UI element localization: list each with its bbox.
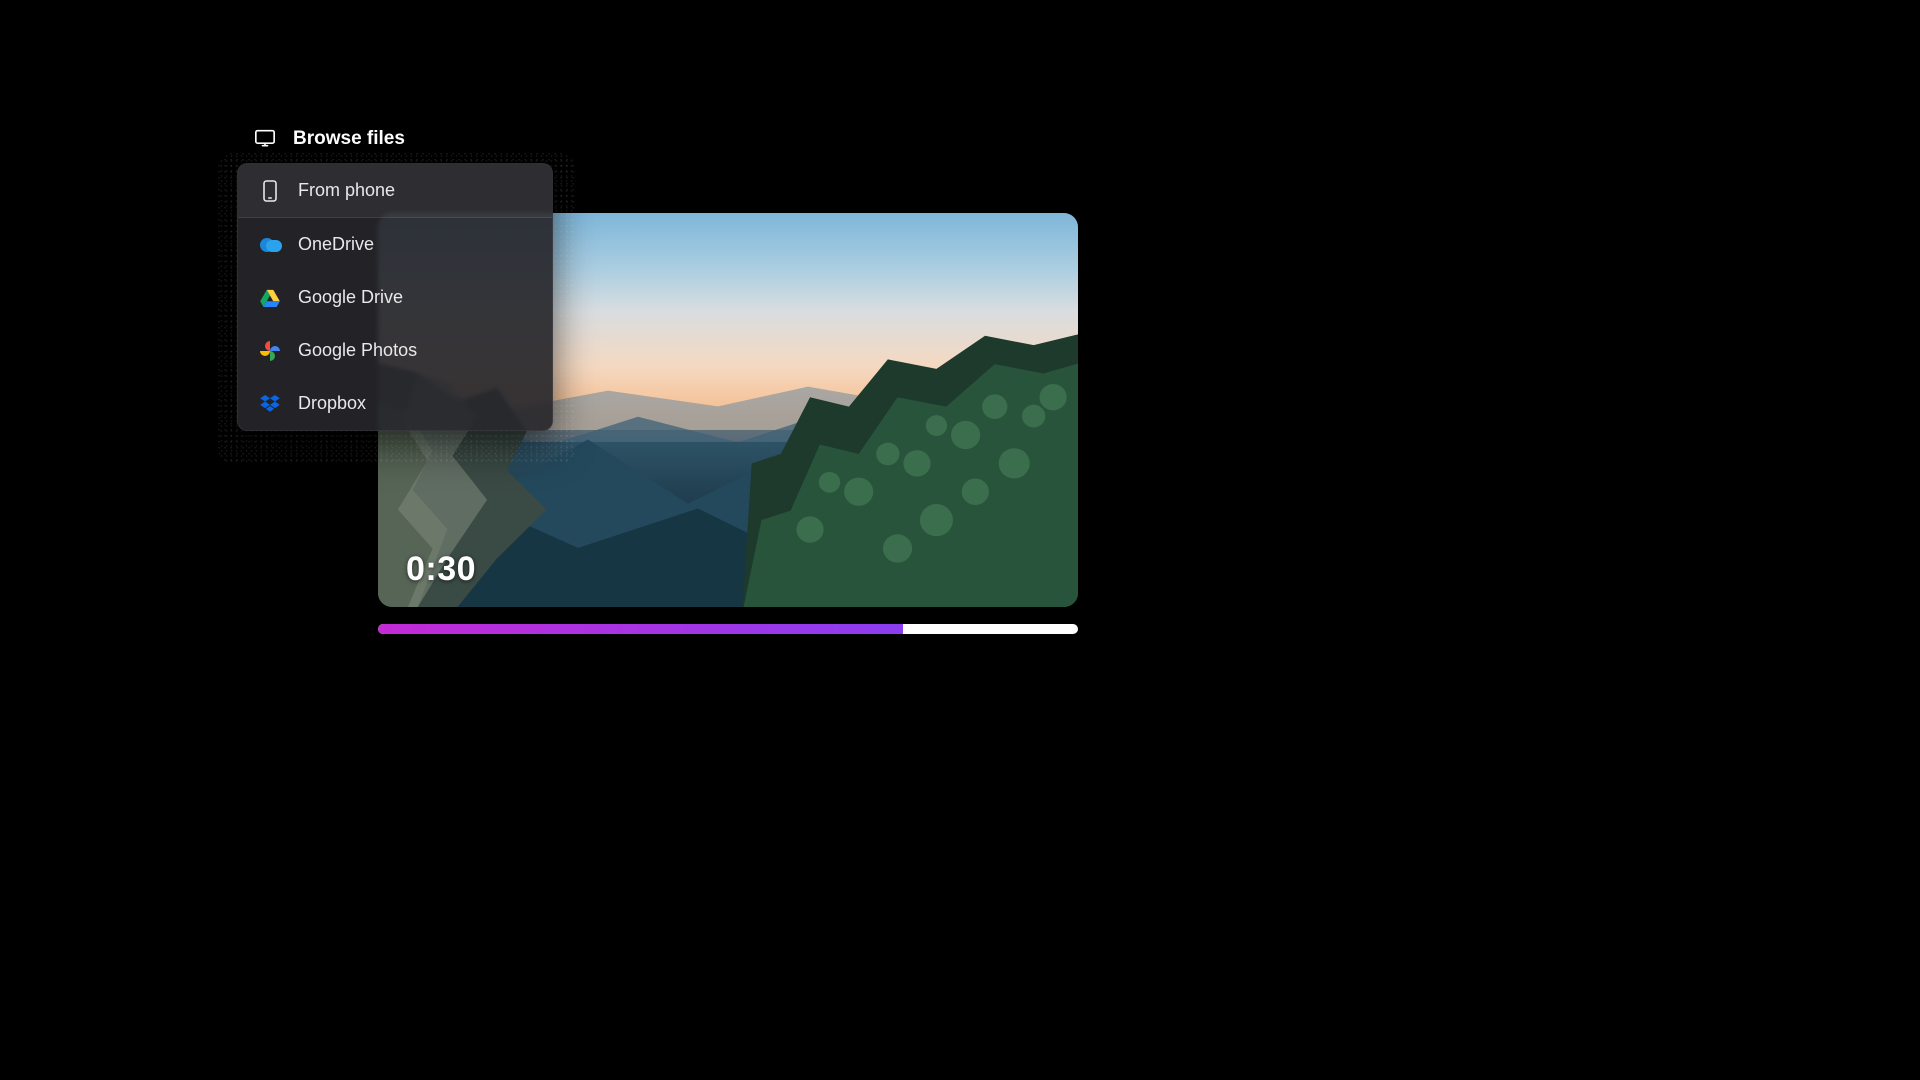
google-photos-icon [260,341,280,361]
google-drive-icon [260,288,280,308]
menu-item-google-drive[interactable]: Google Drive [238,271,552,324]
menu-item-dropbox[interactable]: Dropbox [238,377,552,430]
browse-files-button[interactable]: Browse files [255,128,405,150]
menu-item-from-phone[interactable]: From phone [238,164,552,218]
menu-item-label: Dropbox [298,393,366,414]
thumbnail-forest [742,331,1078,607]
source-menu: From phone OneDrive Google Drive Google [237,163,553,431]
menu-item-onedrive[interactable]: OneDrive [238,218,552,271]
menu-item-google-photos[interactable]: Google Photos [238,324,552,377]
phone-icon [260,181,280,201]
menu-item-label: From phone [298,180,395,201]
progress-bar[interactable] [378,624,1078,634]
progress-fill [378,624,903,634]
dropbox-icon [260,394,280,414]
menu-item-label: Google Photos [298,340,417,361]
menu-item-label: OneDrive [298,234,374,255]
menu-item-label: Google Drive [298,287,403,308]
video-timestamp: 0:30 [406,550,476,589]
browse-files-label: Browse files [293,128,405,150]
monitor-icon [255,129,275,149]
onedrive-icon [260,235,280,255]
